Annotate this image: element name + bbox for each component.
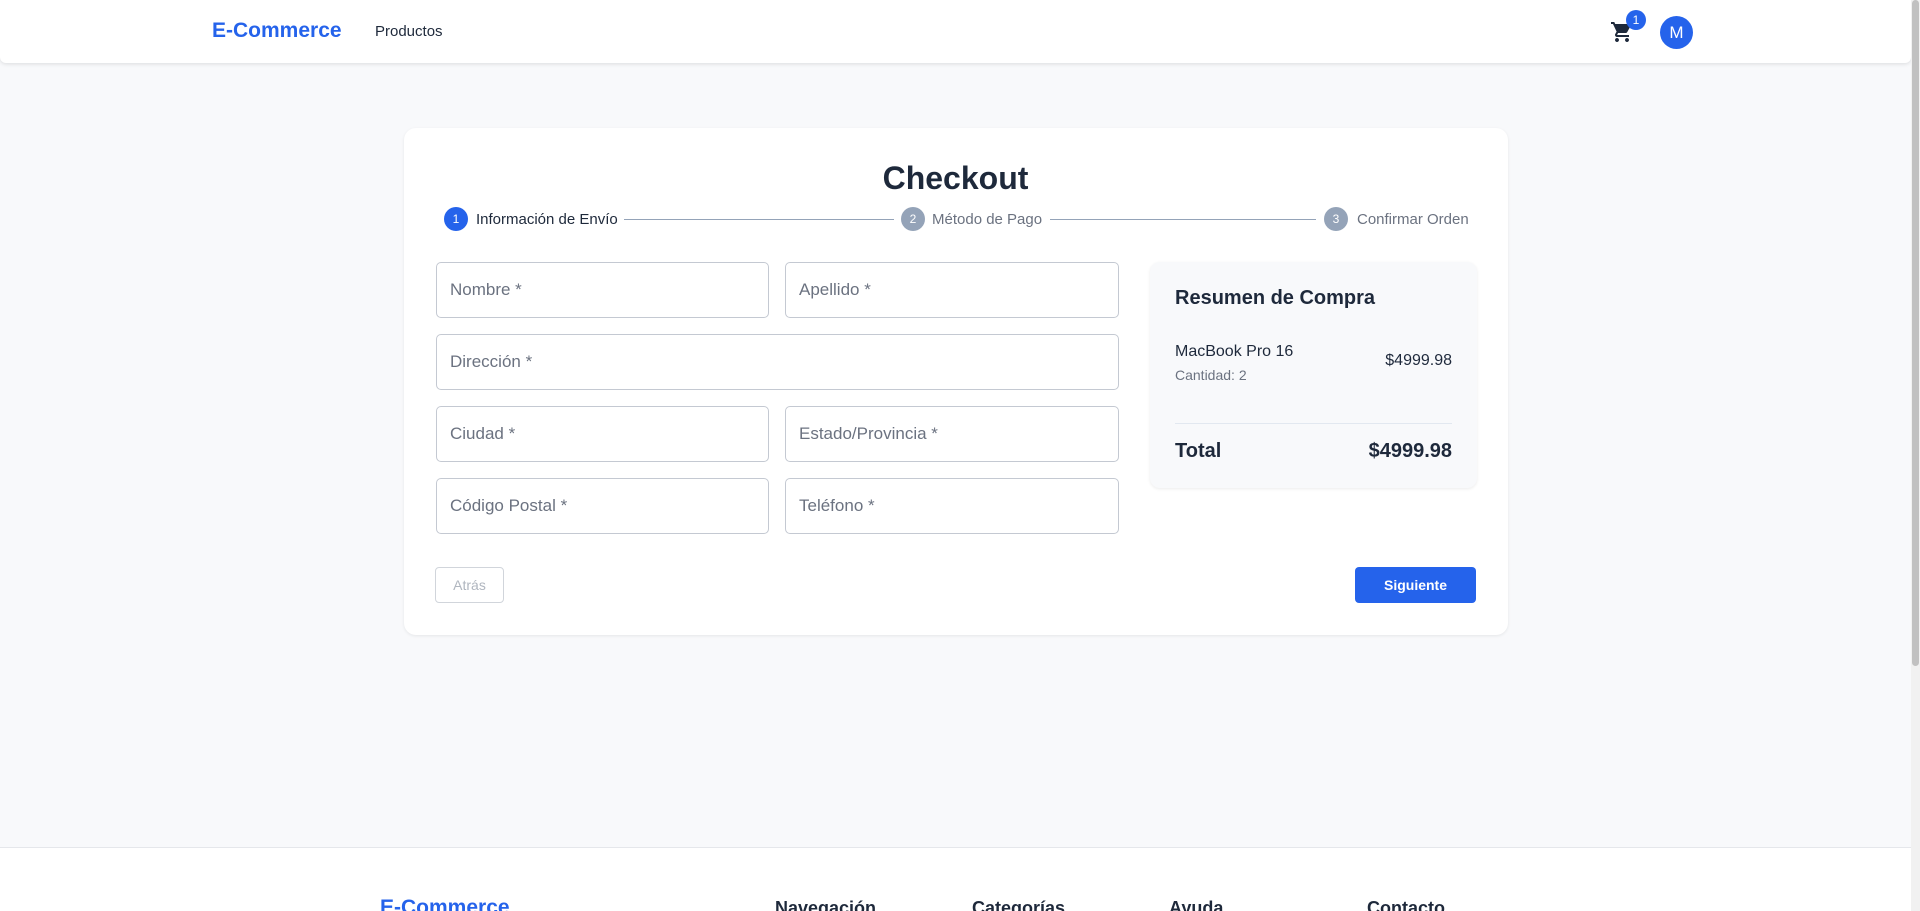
address-input[interactable] [437, 335, 1118, 389]
postal-code-input[interactable] [437, 479, 768, 533]
cart-count-badge: 1 [1626, 10, 1646, 30]
summary-divider [1175, 423, 1452, 424]
footer-heading-help: Ayuda [1169, 898, 1224, 911]
next-button[interactable]: Siguiente [1355, 567, 1476, 603]
summary-item-name: MacBook Pro 16 [1175, 343, 1294, 360]
step-connector-1 [624, 219, 894, 220]
postal-code-field [436, 478, 769, 534]
footer-heading-navigation: Navegación [775, 898, 877, 911]
summary-total-label: Total [1175, 440, 1222, 462]
brand-logo[interactable]: E-Commerce [212, 19, 342, 43]
first-name-field [436, 262, 769, 318]
footer-brand[interactable]: E-Commerce [380, 896, 510, 911]
step-2-label: Método de Pago [932, 211, 1043, 228]
footer-heading-categories: Categorías [972, 898, 1066, 911]
summary-item-price: $4999.98 [1385, 352, 1452, 369]
state-field [785, 406, 1119, 462]
step-1-label: Información de Envío [476, 211, 618, 228]
summary-item-quantity: Cantidad: 2 [1175, 367, 1247, 383]
city-input[interactable] [437, 407, 768, 461]
step-3-indicator: 3 [1324, 207, 1348, 231]
footer [0, 847, 1911, 911]
step-2-indicator: 2 [901, 207, 925, 231]
footer-heading-contact: Contacto [1367, 898, 1445, 911]
summary-title: Resumen de Compra [1175, 287, 1376, 309]
back-button[interactable]: Atrás [435, 567, 504, 603]
user-avatar[interactable]: M [1660, 16, 1693, 49]
step-1-indicator: 1 [444, 207, 468, 231]
step-connector-2 [1050, 219, 1316, 220]
summary-total-value: $4999.98 [1368, 440, 1452, 462]
last-name-field [785, 262, 1119, 318]
city-field [436, 406, 769, 462]
address-field [436, 334, 1119, 390]
phone-input[interactable] [786, 479, 1118, 533]
scrollbar-thumb[interactable] [1912, 0, 1919, 666]
nav-link-products[interactable]: Productos [375, 23, 443, 40]
step-3-label: Confirmar Orden [1357, 211, 1469, 228]
page-title: Checkout [882, 160, 1029, 196]
first-name-input[interactable] [437, 263, 768, 317]
phone-field [785, 478, 1119, 534]
state-input[interactable] [786, 407, 1118, 461]
last-name-input[interactable] [786, 263, 1118, 317]
